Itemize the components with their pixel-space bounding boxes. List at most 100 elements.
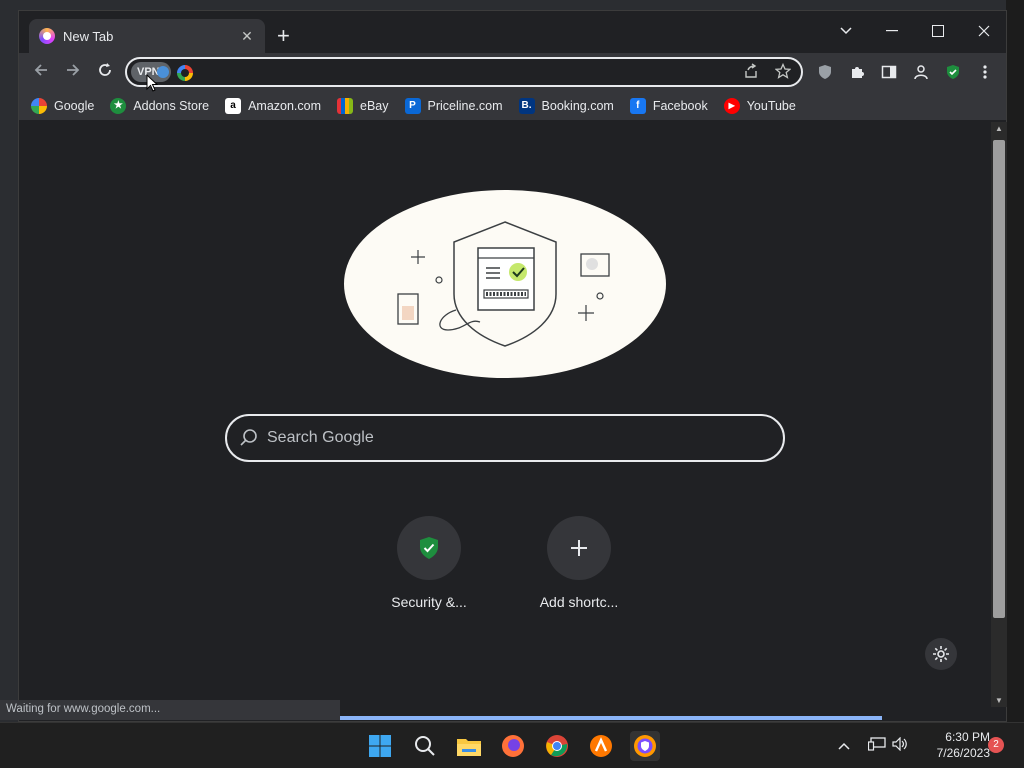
- new-tab-page: Search Google Security &... Add shortc..…: [19, 122, 991, 707]
- browser-logo-icon: [634, 735, 656, 757]
- bookmark-priceline[interactable]: P Priceline.com: [404, 97, 503, 114]
- bookmark-label: YouTube: [746, 98, 796, 113]
- tab-close-button[interactable]: ✕: [239, 28, 255, 45]
- side-panel-icon: [881, 65, 897, 79]
- shortcut-add[interactable]: Add shortc...: [524, 516, 634, 610]
- bookmark-label: Amazon.com: [248, 98, 322, 113]
- maximize-button[interactable]: [915, 17, 961, 45]
- side-panel-button[interactable]: [879, 62, 899, 82]
- bookmark-label: Booking.com: [541, 98, 614, 113]
- security-illustration-icon: [397, 221, 610, 347]
- hero-illustration: [344, 190, 666, 378]
- tab-search-button[interactable]: [823, 17, 869, 45]
- bookmark-amazon[interactable]: a Amazon.com: [225, 97, 322, 114]
- share-button[interactable]: [743, 63, 759, 83]
- search-box[interactable]: Search Google: [225, 414, 785, 462]
- close-icon: [978, 25, 990, 37]
- addons-store-icon: ★: [110, 97, 127, 114]
- secure-browser-button[interactable]: [630, 731, 660, 761]
- shortcut-security[interactable]: Security &...: [374, 516, 484, 610]
- firefox-icon: [502, 735, 524, 757]
- bookmark-ebay[interactable]: eBay: [337, 97, 389, 114]
- loading-progress-bar: [340, 716, 882, 720]
- priceline-icon: P: [404, 97, 421, 114]
- share-icon: [745, 63, 757, 78]
- browser-logo-icon: [39, 28, 55, 44]
- taskbar-search-button[interactable]: [410, 731, 440, 761]
- shortcut-label: Security &...: [391, 594, 467, 610]
- shield-check-icon: [947, 65, 959, 79]
- forward-button[interactable]: [61, 61, 85, 83]
- puzzle-icon: [852, 67, 864, 78]
- vertical-scrollbar[interactable]: ▲ ▼: [991, 122, 1007, 707]
- show-hidden-icons-button[interactable]: [838, 737, 850, 753]
- arrow-right-icon: [67, 64, 80, 76]
- search-icon: [240, 429, 257, 446]
- bookmarks-bar: Google ★ Addons Store a Amazon.com eBay …: [19, 91, 1006, 121]
- bookmark-youtube[interactable]: ▶ YouTube: [723, 97, 796, 114]
- tab-title: New Tab: [63, 28, 114, 44]
- more-vert-icon: [983, 65, 987, 79]
- chevron-up-icon: [838, 742, 850, 750]
- facebook-icon: f: [629, 97, 646, 114]
- bookmark-addons-store[interactable]: ★ Addons Store: [110, 97, 210, 114]
- clock[interactable]: 6:30 PM 7/26/2023: [918, 729, 990, 761]
- minimize-button[interactable]: [869, 17, 915, 45]
- minimize-icon: [886, 30, 898, 32]
- scroll-down-arrow[interactable]: ▼: [991, 696, 1007, 705]
- profile-button[interactable]: [911, 62, 931, 82]
- volume-button[interactable]: [892, 736, 908, 754]
- tab-new-tab[interactable]: New Tab ✕: [29, 19, 265, 53]
- search-icon: [415, 736, 435, 756]
- extensions-button[interactable]: [847, 62, 867, 82]
- reload-button[interactable]: [93, 61, 117, 83]
- chrome-icon: [546, 735, 568, 757]
- bookmark-label: Google: [54, 98, 95, 113]
- amazon-icon: a: [225, 97, 242, 114]
- status-bar: Waiting for www.google.com...: [0, 700, 340, 720]
- bookmark-facebook[interactable]: f Facebook: [629, 97, 708, 114]
- profile-icon: [914, 65, 928, 80]
- close-window-button[interactable]: [961, 17, 1007, 45]
- ebay-icon: [337, 97, 354, 114]
- shield-icon: [819, 65, 831, 79]
- shield-check-icon: [420, 537, 438, 559]
- address-bar[interactable]: VPN: [125, 57, 803, 87]
- notification-badge[interactable]: 2: [988, 737, 1004, 753]
- bookmark-booking[interactable]: B. Booking.com: [518, 97, 614, 114]
- network-icon: [867, 737, 886, 751]
- desktop-right-strip: [1006, 0, 1024, 722]
- taskbar: 6:30 PM 7/26/2023 2: [0, 722, 1024, 768]
- bookmark-label: eBay: [360, 98, 389, 113]
- reload-icon: [99, 63, 111, 76]
- bookmark-label: Facebook: [652, 98, 708, 113]
- bookmark-label: Priceline.com: [427, 98, 503, 113]
- scroll-up-arrow[interactable]: ▲: [991, 124, 1007, 133]
- tab-strip: New Tab ✕ +: [19, 11, 1006, 53]
- customize-button[interactable]: [925, 638, 957, 670]
- bookmark-google[interactable]: Google: [31, 97, 95, 114]
- star-icon: [774, 62, 792, 79]
- booking-icon: B.: [518, 97, 535, 114]
- chevron-down-icon: [840, 27, 852, 35]
- start-button[interactable]: [365, 731, 395, 761]
- browser-window: New Tab ✕ + VPN Google ★ Addons Store a …: [18, 10, 1007, 722]
- menu-button[interactable]: [975, 62, 995, 82]
- back-button[interactable]: [29, 61, 53, 83]
- search-placeholder: Search Google: [267, 429, 374, 446]
- security-extension-button[interactable]: [943, 62, 963, 82]
- google-icon: [31, 97, 47, 114]
- file-explorer-button[interactable]: [454, 731, 484, 761]
- extension-shield-button[interactable]: [815, 62, 835, 82]
- bookmark-label: Addons Store: [133, 98, 210, 113]
- shortcut-label: Add shortc...: [539, 594, 619, 610]
- mouse-cursor-icon: [146, 74, 158, 92]
- avast-button[interactable]: [586, 731, 616, 761]
- plus-icon: [571, 540, 587, 556]
- new-tab-button[interactable]: +: [277, 25, 290, 47]
- firefox-button[interactable]: [498, 731, 528, 761]
- bookmark-star-button[interactable]: [774, 62, 792, 83]
- network-button[interactable]: [867, 737, 886, 754]
- chrome-button[interactable]: [542, 731, 572, 761]
- scrollbar-thumb[interactable]: [993, 140, 1005, 618]
